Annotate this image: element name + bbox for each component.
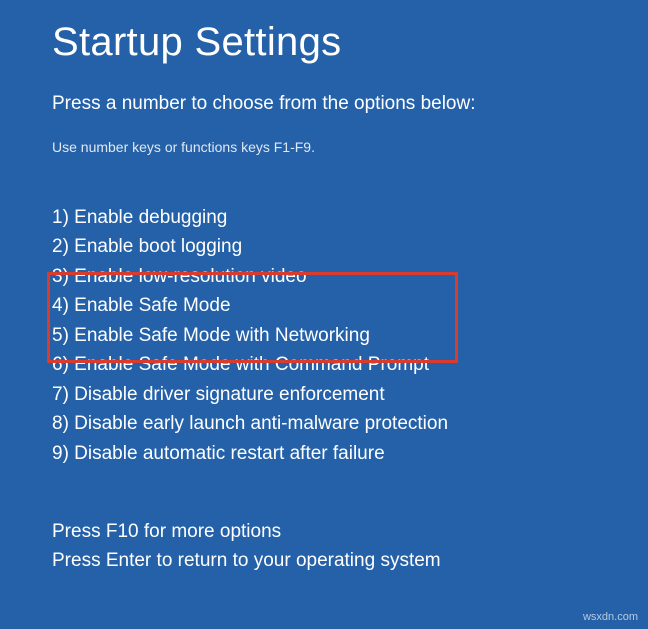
page-title: Startup Settings: [52, 20, 596, 65]
option-5[interactable]: 5) Enable Safe Mode with Networking: [52, 321, 596, 350]
option-2[interactable]: 2) Enable boot logging: [52, 232, 596, 261]
option-1[interactable]: 1) Enable debugging: [52, 203, 596, 232]
option-6[interactable]: 6) Enable Safe Mode with Command Prompt: [52, 350, 596, 379]
footer-more-options: Press F10 for more options: [52, 518, 441, 547]
options-list: 1) Enable debugging 2) Enable boot loggi…: [52, 203, 596, 468]
option-8[interactable]: 8) Disable early launch anti-malware pro…: [52, 409, 596, 438]
hint-text: Use number keys or functions keys F1-F9.: [52, 139, 596, 155]
option-7[interactable]: 7) Disable driver signature enforcement: [52, 380, 596, 409]
footer-section: Press F10 for more options Press Enter t…: [52, 518, 441, 575]
subtitle-text: Press a number to choose from the option…: [52, 93, 596, 115]
option-3[interactable]: 3) Enable low-resolution video: [52, 262, 596, 291]
watermark-text: wsxdn.com: [583, 611, 638, 623]
footer-return-text: Press Enter to return to your operating …: [52, 547, 441, 576]
option-9[interactable]: 9) Disable automatic restart after failu…: [52, 439, 596, 468]
option-4[interactable]: 4) Enable Safe Mode: [52, 291, 596, 320]
